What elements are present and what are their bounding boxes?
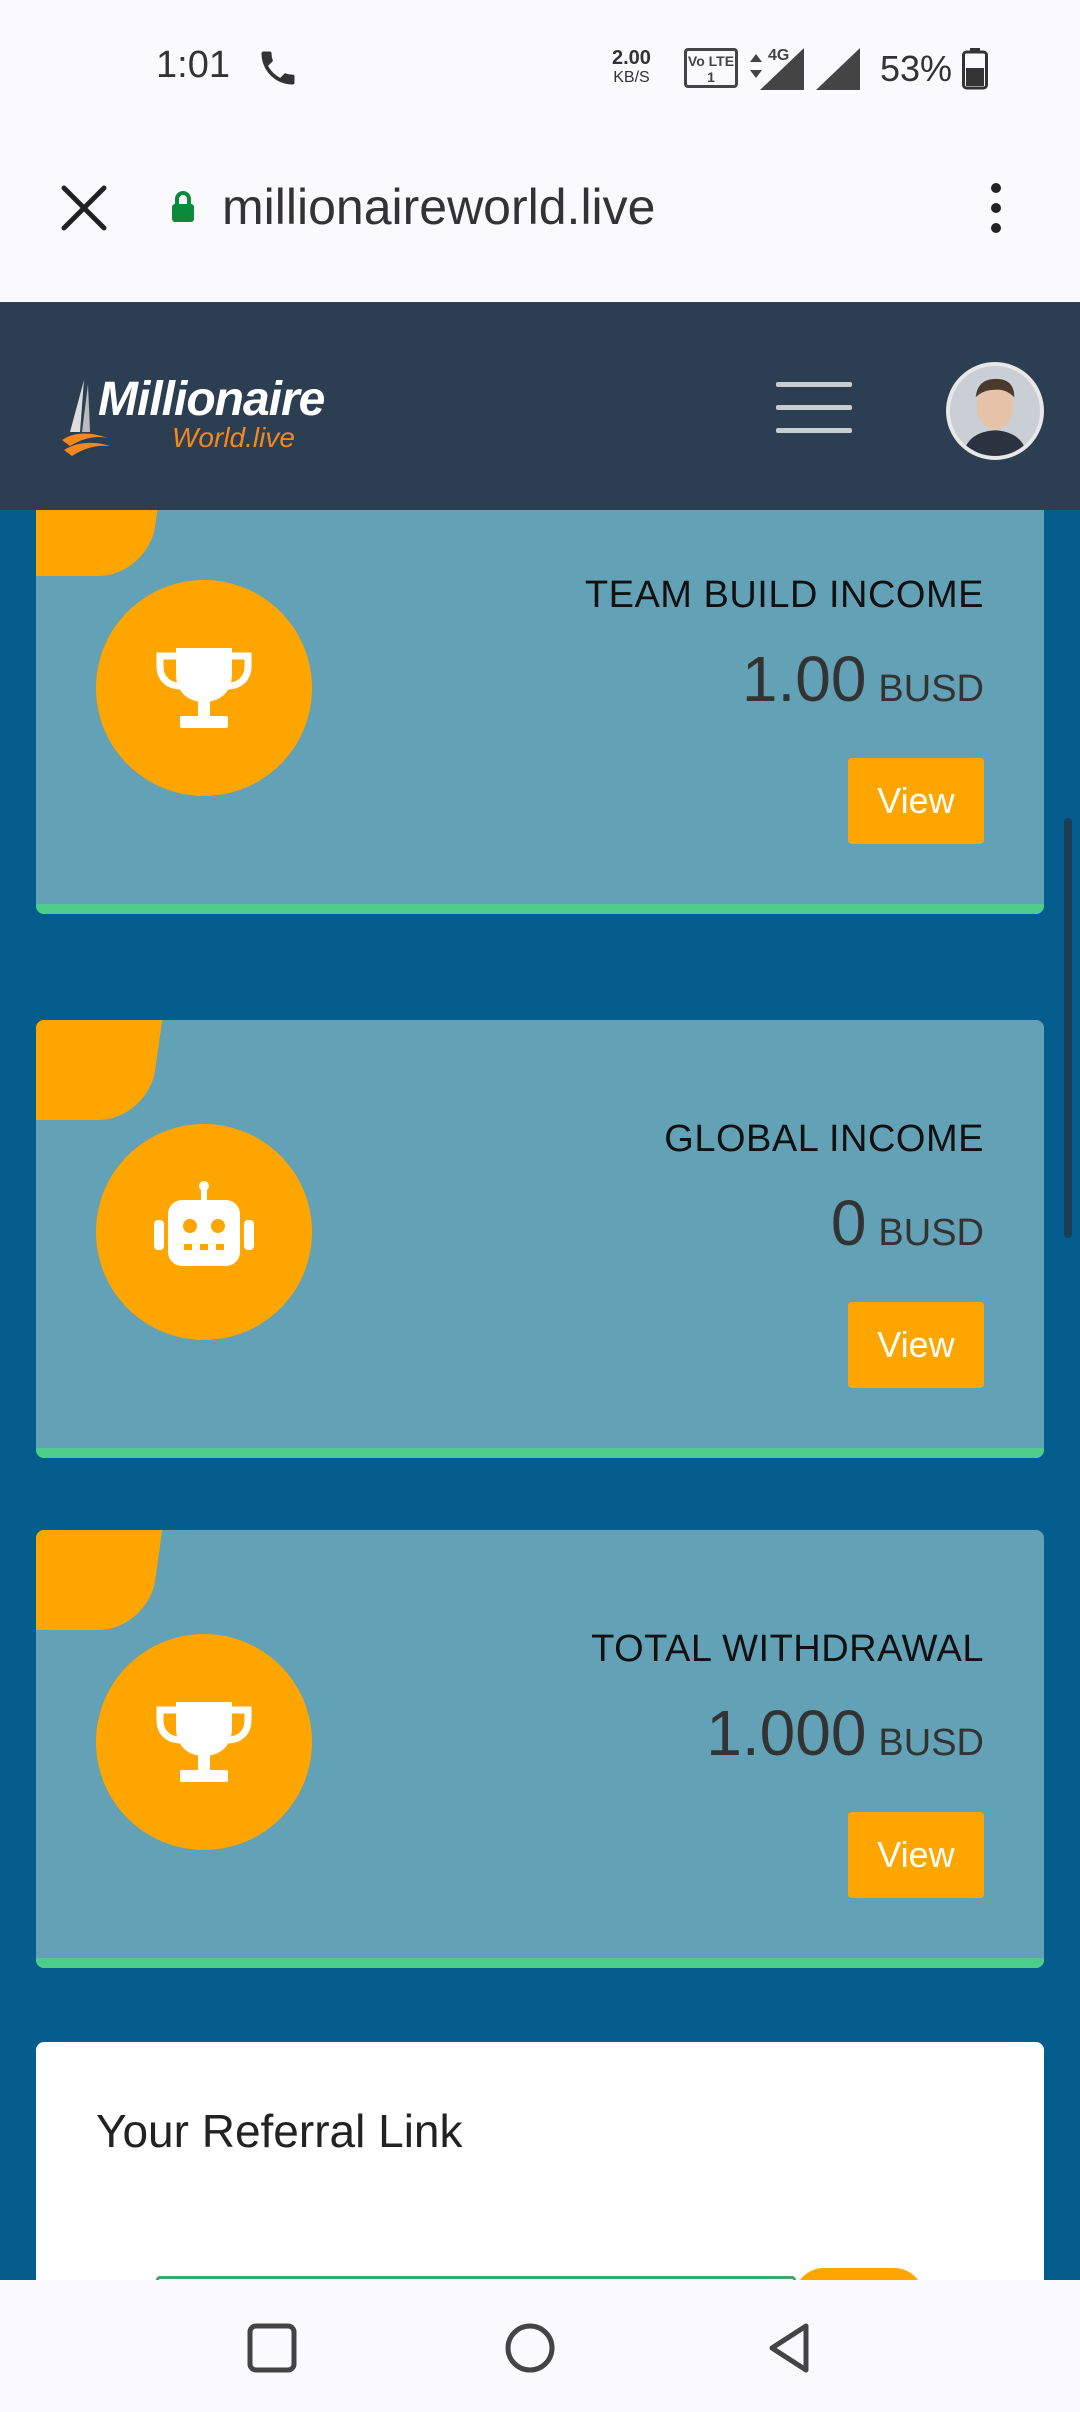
team-build-income-card: TEAM BUILD INCOME 1.00 BUSD View (36, 510, 1044, 914)
home-icon[interactable] (502, 2320, 558, 2376)
more-options-icon[interactable] (980, 178, 1012, 238)
card-corner-decoration (36, 1530, 168, 1630)
card-bottom-accent (36, 1448, 1044, 1458)
status-time: 1:01 (156, 44, 230, 86)
page-scrollbar[interactable] (1064, 818, 1072, 1238)
card-amount: 1.00 BUSD (742, 642, 984, 716)
card-amount-value: 1.000 (706, 1697, 867, 1769)
svg-text:4G: 4G (768, 47, 789, 64)
lock-icon (172, 191, 194, 222)
dashboard-content: TEAM BUILD INCOME 1.00 BUSD View GLOBAL I… (0, 510, 1080, 2280)
card-icon-circle (96, 580, 312, 796)
logo-text-main: Millionaire (98, 373, 325, 426)
card-amount-currency: BUSD (878, 1212, 984, 1254)
close-icon[interactable] (58, 182, 110, 234)
battery-percent: 53% (880, 48, 953, 89)
card-icon-circle (96, 1634, 312, 1850)
system-navigation-bar (0, 2280, 1080, 2412)
browser-toolbar: millionaireworld.live (0, 140, 1080, 302)
card-amount: 0 BUSD (831, 1186, 984, 1260)
volte-icon: Vo LTE 1 (684, 48, 738, 88)
user-avatar[interactable] (946, 362, 1044, 460)
back-icon[interactable] (762, 2320, 818, 2376)
card-corner-decoration (36, 510, 168, 576)
trophy-icon (156, 648, 252, 728)
url-text[interactable]: millionaireworld.live (222, 178, 655, 236)
signal-strength-icon: 4G (750, 47, 860, 90)
logo-text-sub: World.live (172, 422, 295, 453)
card-amount-currency: BUSD (878, 668, 984, 710)
card-amount-value: 0 (830, 1187, 867, 1259)
card-bottom-accent (36, 904, 1044, 914)
global-income-card: GLOBAL INCOME 0 BUSD View (36, 1020, 1044, 1458)
referral-link-card: Your Referral Link (36, 2042, 1044, 2280)
card-amount-currency: BUSD (878, 1722, 984, 1764)
hamburger-menu-icon[interactable] (776, 382, 852, 434)
robot-icon (154, 1181, 254, 1266)
app-header: Millionaire World.live (0, 302, 1080, 510)
card-bottom-accent (36, 1958, 1044, 1968)
card-title: TEAM BUILD INCOME (584, 574, 984, 616)
card-amount-value: 1.00 (741, 643, 867, 715)
net-speed-unit: KB/S (613, 69, 650, 86)
referral-title: Your Referral Link (96, 2105, 463, 2157)
view-button[interactable]: View (848, 1302, 984, 1388)
avatar-photo-icon (950, 366, 1040, 456)
battery-icon (962, 48, 988, 90)
phone-call-icon (261, 51, 295, 85)
card-amount: 1.000 BUSD (706, 1696, 984, 1770)
site-logo[interactable]: Millionaire World.live (60, 372, 360, 462)
card-title: GLOBAL INCOME (664, 1118, 984, 1160)
view-button[interactable]: View (848, 1812, 984, 1898)
net-speed-value: 2.00 (612, 47, 651, 69)
trophy-icon (156, 1702, 252, 1782)
card-corner-decoration (36, 1020, 168, 1120)
card-icon-circle (96, 1124, 312, 1340)
recent-apps-icon[interactable] (244, 2320, 300, 2376)
status-bar: 1:01 2.00 KB/S Vo LTE 1 4G 53% (0, 0, 1080, 140)
view-button[interactable]: View (848, 758, 984, 844)
card-title: TOTAL WITHDRAWAL (591, 1628, 984, 1670)
total-withdrawal-card: TOTAL WITHDRAWAL 1.000 BUSD View (36, 1530, 1044, 1968)
net-speed-indicator: 2.00 KB/S (612, 48, 651, 88)
copy-link-button[interactable] (794, 2268, 924, 2280)
